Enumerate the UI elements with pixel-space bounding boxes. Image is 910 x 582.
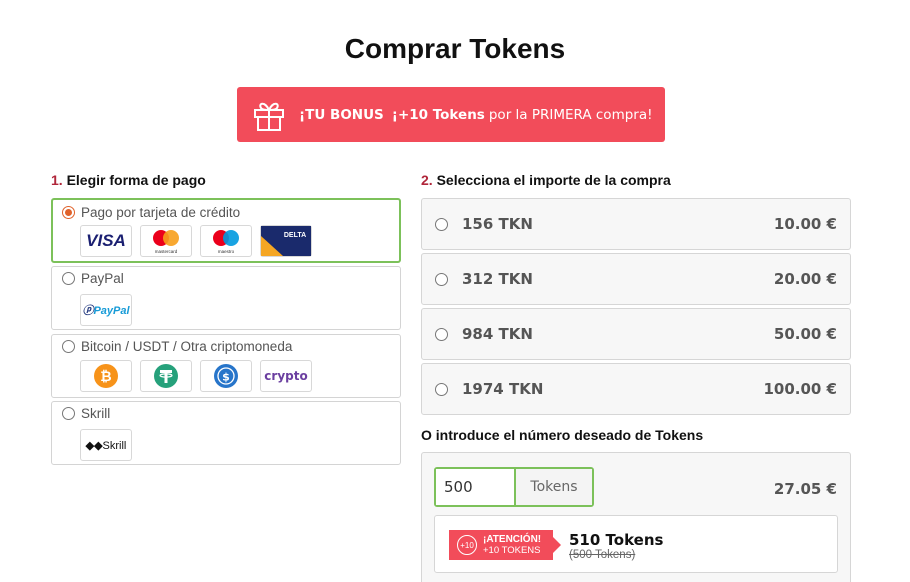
crypto-method-label: Bitcoin / USDT / Otra criptomoneda bbox=[81, 339, 293, 354]
result-original-tokens: (500 Tokens) bbox=[569, 549, 636, 561]
card-method-label: Pago por tarjeta de crédito bbox=[81, 205, 241, 220]
mastercard-icon: mastercard bbox=[140, 225, 192, 257]
amount-option[interactable]: 1974 TKN 100.00 € bbox=[421, 363, 851, 415]
crypto-radio[interactable] bbox=[62, 340, 75, 353]
crypto-icon: crypto bbox=[260, 360, 312, 392]
payment-method-card[interactable]: Pago por tarjeta de crédito VISA masterc… bbox=[51, 198, 401, 263]
amount-tokens: 1974 TKN bbox=[462, 380, 544, 398]
attention-badge: +10 ¡ATENCIÓN! +10 TOKENS bbox=[449, 530, 561, 560]
token-input-group: Tokens bbox=[434, 467, 594, 507]
gift-icon bbox=[254, 102, 284, 131]
amount-option[interactable]: 156 TKN 10.00 € bbox=[421, 198, 851, 250]
amount-radio[interactable] bbox=[435, 272, 448, 286]
amount-section-number: 2. bbox=[421, 172, 433, 188]
plus-ten-icon: +10 bbox=[457, 535, 477, 555]
amount-tokens: 312 TKN bbox=[462, 270, 533, 288]
amount-option[interactable]: 312 TKN 20.00 € bbox=[421, 253, 851, 305]
bonus-amount: ¡+10 Tokens bbox=[391, 106, 485, 123]
payment-section-title: 1. Elegir forma de pago bbox=[51, 172, 206, 188]
attention-subtitle: +10 TOKENS bbox=[483, 545, 541, 556]
custom-price: 27.05 € bbox=[773, 480, 837, 498]
bonus-result-box: +10 ¡ATENCIÓN! +10 TOKENS 510 Tokens (50… bbox=[434, 515, 838, 573]
amount-tokens: 156 TKN bbox=[462, 215, 533, 233]
bonus-banner: ¡TU BONUS ¡+10 Tokens por la PRIMERA com… bbox=[237, 87, 665, 142]
skrill-icon: ◆◆Skrill bbox=[80, 429, 132, 461]
amount-section-label: Selecciona el importe de la compra bbox=[436, 172, 671, 188]
amount-price: 20.00 € bbox=[773, 270, 837, 288]
payment-section-number: 1. bbox=[51, 172, 63, 188]
skrill-radio[interactable] bbox=[62, 407, 75, 420]
payment-method-skrill[interactable]: Skrill ◆◆Skrill bbox=[51, 401, 401, 465]
svg-text:₿: ₿ bbox=[100, 369, 111, 385]
amount-option[interactable]: 984 TKN 50.00 € bbox=[421, 308, 851, 360]
payment-method-crypto[interactable]: Bitcoin / USDT / Otra criptomoneda ₿ $ c… bbox=[51, 334, 401, 398]
amount-radio[interactable] bbox=[435, 382, 448, 396]
amount-section-title: 2. Selecciona el importe de la compra bbox=[421, 172, 671, 188]
svg-text:maestro: maestro bbox=[218, 249, 235, 254]
bitcoin-icon: ₿ bbox=[80, 360, 132, 392]
amount-radio[interactable] bbox=[435, 217, 448, 231]
usdc-icon: $ bbox=[200, 360, 252, 392]
custom-amount-panel: Tokens 27.05 € +10 ¡ATENCIÓN! +10 TOKENS… bbox=[421, 452, 851, 582]
skrill-method-label: Skrill bbox=[81, 406, 111, 421]
tether-icon bbox=[140, 360, 192, 392]
payment-method-paypal[interactable]: PayPal ⓟPayPal bbox=[51, 266, 401, 330]
maestro-icon: maestro bbox=[200, 225, 252, 257]
amount-price: 100.00 € bbox=[763, 380, 837, 398]
amount-price: 50.00 € bbox=[773, 325, 837, 343]
payment-section-label: Elegir forma de pago bbox=[66, 172, 206, 188]
svg-text:$: $ bbox=[222, 371, 230, 384]
amount-tokens: 984 TKN bbox=[462, 325, 533, 343]
paypal-method-label: PayPal bbox=[81, 271, 124, 286]
visa-icon: VISA bbox=[80, 225, 132, 257]
card-radio[interactable] bbox=[62, 206, 75, 219]
token-quantity-input[interactable] bbox=[436, 469, 516, 505]
attention-title: ¡ATENCIÓN! bbox=[483, 534, 542, 545]
svg-text:mastercard: mastercard bbox=[155, 249, 178, 254]
amount-price: 10.00 € bbox=[773, 215, 837, 233]
paypal-radio[interactable] bbox=[62, 272, 75, 285]
bonus-label: ¡TU BONUS bbox=[299, 106, 384, 123]
amount-radio[interactable] bbox=[435, 327, 448, 341]
svg-text:DELTA: DELTA bbox=[284, 232, 306, 239]
paypal-icon: ⓟPayPal bbox=[80, 294, 132, 326]
page-title: Comprar Tokens bbox=[344, 33, 566, 64]
custom-amount-title: O introduce el número deseado de Tokens bbox=[421, 427, 704, 443]
result-tokens: 510 Tokens bbox=[569, 531, 664, 549]
bonus-text: por la PRIMERA compra! bbox=[488, 106, 653, 123]
token-suffix-label: Tokens bbox=[516, 469, 592, 505]
delta-icon: DELTA bbox=[260, 225, 312, 257]
